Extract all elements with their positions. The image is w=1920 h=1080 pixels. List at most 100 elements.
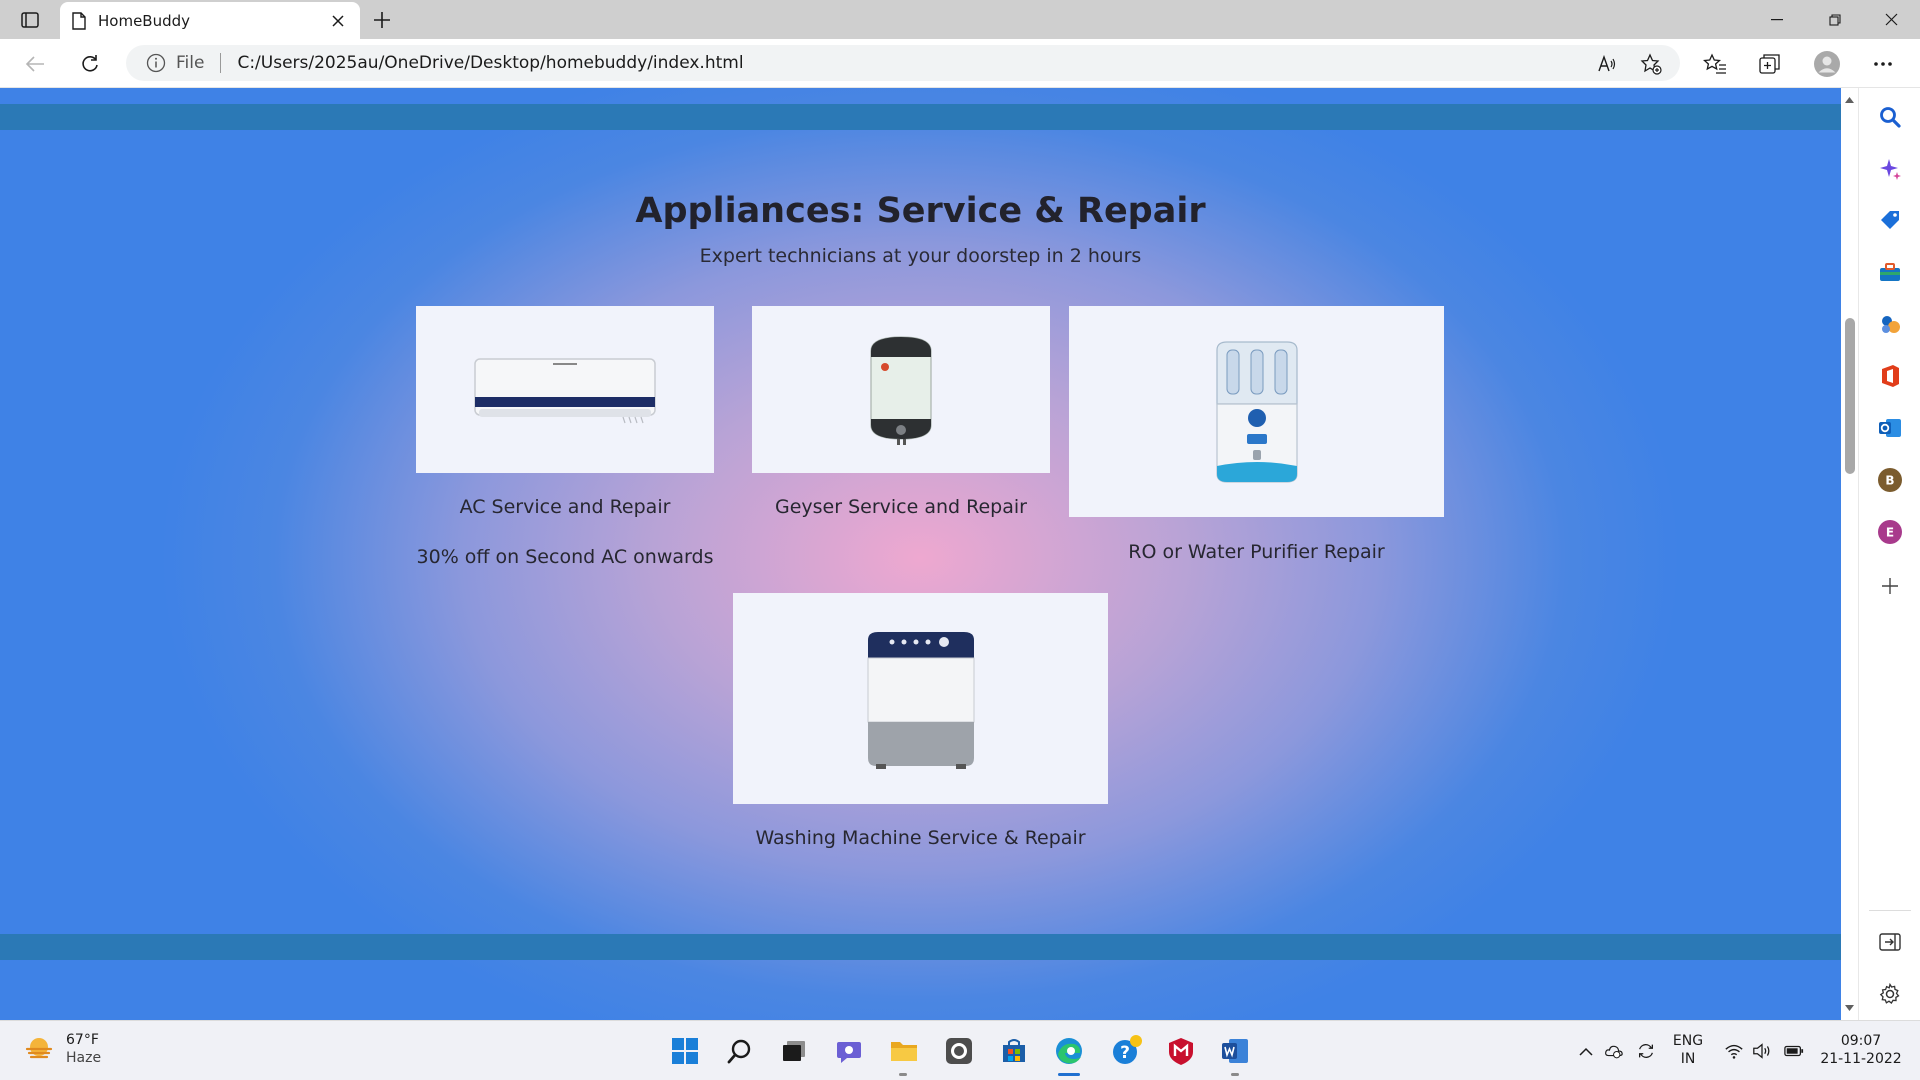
weather-widget[interactable]: 67°F Haze — [24, 1031, 101, 1067]
mcafee-button[interactable] — [1163, 1033, 1199, 1069]
address-separator — [220, 53, 222, 73]
battery-button[interactable] — [1784, 1041, 1804, 1061]
language-code: ENG — [1672, 1033, 1704, 1049]
volume-button[interactable] — [1752, 1041, 1772, 1061]
chevron-up-icon — [1579, 1047, 1593, 1056]
minimize-button[interactable] — [1748, 0, 1806, 39]
wifi-button[interactable] — [1724, 1041, 1744, 1061]
sync-status-button[interactable] — [1636, 1041, 1656, 1061]
restore-button[interactable] — [1806, 0, 1864, 39]
close-window-button[interactable] — [1862, 0, 1920, 39]
read-aloud-icon — [1598, 55, 1616, 72]
teams-chat-icon — [837, 1042, 861, 1063]
onedrive-sync-icon-button[interactable] — [1604, 1041, 1624, 1061]
settings-menu-button[interactable] — [1870, 51, 1896, 77]
page-icon — [72, 11, 86, 30]
plus-icon — [374, 12, 390, 28]
region-code: IN — [1680, 1051, 1696, 1067]
search-icon — [727, 1039, 751, 1064]
battery-icon — [1784, 1045, 1804, 1057]
page-title: Appliances: Service & Repair — [635, 191, 1206, 231]
sidebar-shopping-button[interactable] — [1876, 206, 1904, 234]
url-text[interactable]: C:/Users/2025au/OneDrive/Desktop/homebud… — [237, 53, 743, 73]
svg-text:?: ? — [1120, 1043, 1130, 1063]
sidebar-outlook-button[interactable] — [1876, 414, 1904, 442]
chat-button[interactable] — [831, 1033, 867, 1069]
back-button[interactable] — [20, 49, 50, 79]
ac-service-image[interactable] — [416, 306, 714, 473]
start-button[interactable] — [667, 1033, 703, 1069]
new-tab-button[interactable] — [370, 8, 394, 32]
sidebar-profile-b[interactable]: B — [1876, 466, 1904, 494]
file-explorer-button[interactable] — [886, 1033, 922, 1069]
page-scrollbar[interactable] — [1841, 88, 1858, 1020]
ro-purifier-caption[interactable]: RO or Water Purifier Repair — [1069, 541, 1444, 563]
scroll-down-button[interactable] — [1841, 1000, 1858, 1016]
weather-temperature: 67°F — [66, 1032, 99, 1048]
page-viewport: Appliances: Service & Repair Expert tech… — [0, 88, 1841, 1020]
taskbar-search-button[interactable] — [722, 1033, 758, 1069]
sync-icon — [1639, 1044, 1653, 1058]
sidebar-tools-button[interactable] — [1876, 258, 1904, 286]
show-hidden-icons-button[interactable] — [1576, 1041, 1596, 1061]
get-help-button[interactable]: ? — [1109, 1033, 1145, 1069]
star-add-icon — [1640, 53, 1662, 75]
edge-icon — [1056, 1038, 1082, 1064]
help-icon: ? — [1113, 1035, 1142, 1064]
collections-button[interactable] — [1757, 51, 1783, 77]
sidebar-profile-e[interactable]: E — [1876, 518, 1904, 546]
profile-b-initial: B — [1885, 474, 1894, 488]
folder-icon — [891, 1042, 917, 1061]
read-aloud-button[interactable] — [1596, 53, 1618, 75]
sidebar-discover-button[interactable] — [1876, 155, 1904, 183]
sidebar-office-button[interactable] — [1876, 362, 1904, 390]
plus-icon — [1882, 578, 1898, 594]
favorites-icon — [1703, 53, 1726, 74]
haze-icon — [25, 1038, 53, 1059]
ro-purifier-image[interactable] — [1069, 306, 1444, 517]
microsoft-store-button[interactable] — [996, 1033, 1032, 1069]
water-purifier-icon — [1215, 340, 1298, 483]
washing-machine-image[interactable] — [733, 593, 1108, 804]
speaker-icon — [1753, 1043, 1770, 1059]
sidebar-search-button[interactable] — [1876, 103, 1904, 131]
profile-button[interactable] — [1814, 51, 1840, 77]
refresh-button[interactable] — [75, 49, 105, 79]
minimize-icon — [1771, 18, 1783, 20]
store-icon — [1003, 1039, 1025, 1062]
address-bar[interactable]: File C:/Users/2025au/OneDrive/Desktop/ho… — [126, 45, 1680, 81]
sidebar-games-button[interactable] — [1876, 310, 1904, 338]
geyser-service-image[interactable] — [752, 306, 1050, 473]
favorites-button[interactable] — [1702, 51, 1728, 77]
sidebar-hide-button[interactable] — [1876, 928, 1904, 956]
tab-close-button[interactable] — [328, 11, 348, 31]
add-favorite-button[interactable] — [1640, 53, 1662, 75]
gear-icon — [1879, 983, 1900, 1004]
top-band — [0, 104, 1841, 130]
clock[interactable]: 09:07 21-11-2022 — [1818, 1032, 1904, 1068]
air-conditioner-icon — [474, 357, 656, 423]
browser-tab[interactable]: HomeBuddy — [60, 2, 360, 39]
github-desktop-button[interactable] — [941, 1033, 977, 1069]
ac-offer-text: 30% off on Second AC onwards — [416, 546, 714, 568]
word-button[interactable] — [1217, 1033, 1253, 1069]
info-icon[interactable] — [146, 53, 166, 73]
washing-machine-caption[interactable]: Washing Machine Service & Repair — [733, 827, 1108, 849]
clock-time: 09:07 — [1840, 1033, 1882, 1049]
task-view-button[interactable] — [776, 1033, 812, 1069]
games-icon — [1882, 316, 1900, 333]
tab-actions-button[interactable] — [16, 8, 44, 32]
sidebar-settings-button[interactable] — [1876, 980, 1904, 1008]
geyser-service-caption[interactable]: Geyser Service and Repair — [752, 496, 1050, 518]
ac-service-caption[interactable]: AC Service and Repair — [416, 496, 714, 518]
avatar-icon — [1814, 51, 1840, 77]
office-icon — [1882, 365, 1899, 387]
sidebar-divider — [1869, 910, 1911, 911]
scroll-thumb[interactable] — [1845, 318, 1855, 474]
input-language-indicator[interactable]: ENG IN — [1667, 1032, 1709, 1068]
clock-date: 21-11-2022 — [1820, 1051, 1902, 1067]
edge-browser-button[interactable] — [1051, 1033, 1087, 1069]
scroll-up-button[interactable] — [1841, 92, 1858, 108]
sidebar-add-button[interactable] — [1876, 572, 1904, 600]
word-icon — [1222, 1039, 1248, 1063]
